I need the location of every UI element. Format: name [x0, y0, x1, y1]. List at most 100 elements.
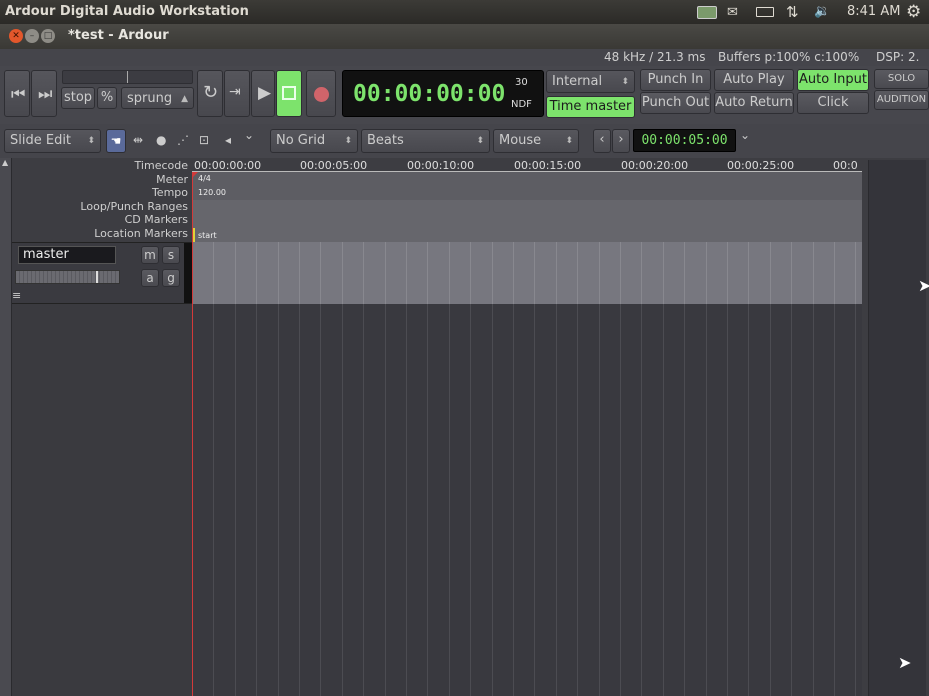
punch-in-button[interactable]: Punch In — [640, 69, 711, 91]
volume-icon[interactable]: 🔉 — [814, 4, 830, 19]
location-markers-ruler[interactable]: start — [192, 228, 862, 242]
sync-source-select[interactable]: Internal ⬍ — [546, 70, 635, 93]
goto-start-button[interactable]: ⏮ — [4, 70, 30, 117]
empty-track-area[interactable] — [192, 304, 862, 696]
gain-fader-handle[interactable] — [96, 271, 98, 283]
rulers-area[interactable]: 00:00:00:00 00:00:05:00 00:00:10:00 00:0… — [192, 158, 862, 242]
loop-punch-ruler[interactable] — [192, 200, 862, 214]
edit-mode-select[interactable]: Slide Edit ⬍ — [4, 129, 101, 153]
track-canvas-master[interactable] — [192, 242, 862, 304]
grid-unit-select[interactable]: Beats ⬍ — [361, 129, 490, 153]
grid-line — [320, 304, 322, 696]
audition-mode-icon[interactable]: ◂ — [225, 133, 231, 147]
grid-line — [727, 242, 728, 304]
stop-button[interactable] — [276, 70, 302, 117]
punch-out-button[interactable]: Punch Out — [640, 92, 711, 114]
tempo-value: 120.00 — [198, 188, 226, 197]
battery-icon[interactable] — [756, 7, 774, 17]
grid-line — [513, 242, 514, 304]
nudge-forward-button[interactable]: › — [612, 129, 630, 153]
gain-mode-icon[interactable]: ⋰ — [177, 133, 189, 147]
play-button[interactable]: ▶ — [251, 70, 275, 117]
ruler-label-tempo[interactable]: Tempo — [152, 186, 188, 199]
grid-line — [320, 242, 322, 304]
ruler-label-cd-markers[interactable]: CD Markers — [125, 213, 188, 226]
chevron-down-icon[interactable]: ⌄ — [740, 128, 750, 142]
track-name-field[interactable]: master — [18, 246, 116, 264]
meter-ruler[interactable]: 4/4 — [192, 172, 862, 186]
solo-button[interactable]: s — [162, 246, 180, 264]
nudge-backward-button[interactable]: ‹ — [593, 129, 611, 153]
auto-play-button[interactable]: Auto Play — [714, 69, 794, 91]
time-master-button[interactable]: Time master — [546, 96, 635, 118]
edit-point-value: Mouse — [499, 133, 542, 148]
auto-return-button[interactable]: Auto Return — [714, 92, 794, 114]
play-icon: ▶ — [258, 83, 272, 103]
mute-button[interactable]: m — [141, 246, 159, 264]
gear-icon[interactable]: ⚙ — [906, 2, 921, 22]
edit-point-select[interactable]: Mouse ⬍ — [493, 129, 579, 153]
grid-line — [834, 242, 835, 304]
keyboard-icon[interactable] — [697, 6, 717, 19]
grab-mode-button[interactable]: ☚ — [106, 129, 126, 153]
updown-arrow-icon: ⬍ — [87, 136, 95, 146]
grid-line — [555, 242, 557, 304]
stop-mode-button[interactable]: stop — [61, 87, 95, 109]
record-button[interactable] — [306, 70, 336, 117]
network-icon[interactable]: ⇅ — [786, 3, 799, 21]
primary-clock[interactable]: 00:00:00:00 30 NDF — [342, 70, 544, 117]
ruler-label-location-markers[interactable]: Location Markers — [94, 227, 188, 240]
range-mode-icon[interactable]: ⇹ — [133, 133, 143, 147]
cd-markers-ruler[interactable] — [192, 214, 862, 228]
left-edge-strip[interactable]: ▲ — [0, 158, 12, 696]
editor-list-content[interactable] — [868, 160, 926, 696]
stretch-mode-icon[interactable]: ⊡ — [199, 133, 209, 147]
shuttle-units-button[interactable]: % — [97, 87, 117, 109]
shuttle-style-select[interactable]: sprung ▲ — [121, 87, 194, 109]
chevron-down-icon[interactable]: ⌄ — [244, 128, 254, 142]
grid-line — [812, 304, 814, 696]
goto-end-button[interactable]: ⏭ — [31, 70, 57, 117]
tempo-ruler[interactable]: 120.00 — [192, 186, 862, 200]
grid-type-select[interactable]: No Grid ⬍ — [270, 129, 358, 153]
mail-icon[interactable]: ✉ — [727, 5, 738, 20]
track-header-master[interactable]: master m s a g ≡ — [12, 242, 192, 304]
automation-button[interactable]: a — [141, 269, 159, 287]
click-button[interactable]: Click — [797, 92, 869, 114]
solo-alert-button[interactable]: SOLO — [874, 69, 929, 89]
grid-line — [727, 304, 728, 696]
grid-line — [662, 242, 664, 304]
menu-icon[interactable]: ≡ — [12, 289, 21, 302]
nudge-clock[interactable]: 00:00:05:00 — [633, 129, 736, 152]
grid-line — [855, 242, 857, 304]
stop-icon — [282, 86, 296, 100]
timecode-ruler[interactable]: 00:00:00:00 00:00:05:00 00:00:10:00 00:0… — [192, 158, 862, 172]
ruler-label-meter[interactable]: Meter — [156, 173, 188, 186]
ruler-label-timecode[interactable]: Timecode — [135, 159, 188, 172]
ruler-label-loop-punch[interactable]: Loop/Punch Ranges — [80, 200, 188, 213]
timecode-tick: 00:00:15:00 — [514, 159, 582, 172]
grid-line — [427, 304, 429, 696]
close-icon[interactable]: ✕ — [9, 29, 23, 43]
maximize-icon[interactable]: □ — [41, 29, 55, 43]
zoom-mode-icon[interactable]: ● — [156, 133, 166, 147]
gain-fader[interactable] — [15, 270, 120, 284]
grid-line — [363, 242, 365, 304]
grid-line — [769, 304, 771, 696]
play-range-button[interactable]: ⇥ — [224, 70, 250, 117]
grid-line — [555, 304, 557, 696]
minimize-icon[interactable]: – — [25, 29, 39, 43]
group-button[interactable]: g — [162, 269, 180, 287]
shuttle-slider[interactable] — [62, 70, 193, 84]
editor-list-pane[interactable] — [862, 158, 929, 696]
auto-input-button[interactable]: Auto Input — [797, 69, 869, 91]
playhead[interactable] — [192, 172, 193, 696]
grid-line — [256, 304, 258, 696]
grid-line — [213, 242, 215, 304]
loop-button[interactable]: ↻ — [197, 70, 223, 117]
scroll-up-icon[interactable]: ▲ — [2, 158, 8, 167]
shuttle-center-mark — [127, 71, 128, 83]
audition-alert-button[interactable]: AUDITION — [874, 90, 929, 110]
system-clock[interactable]: 8:41 AM — [847, 4, 900, 19]
grid-line — [299, 242, 300, 304]
